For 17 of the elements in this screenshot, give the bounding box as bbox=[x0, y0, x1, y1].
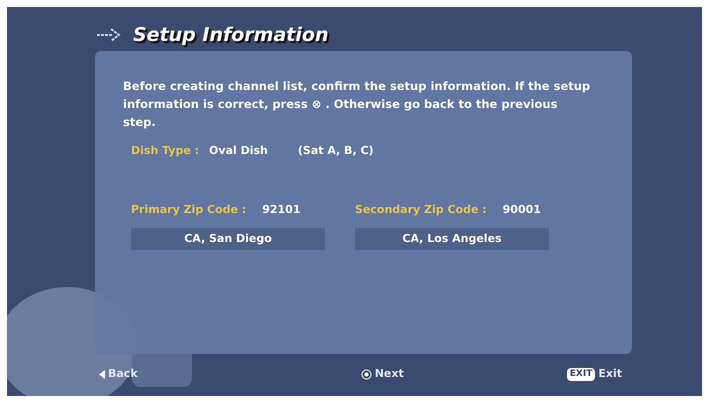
left-triangle-icon bbox=[99, 370, 105, 379]
zip-code-value: 90001 bbox=[502, 202, 541, 218]
next-hint: Next bbox=[374, 366, 404, 382]
zip-code-label: Secondary Zip Code : bbox=[355, 202, 487, 218]
exit-hint: Exit bbox=[598, 366, 622, 382]
instruction-text: Before creating channel list, confirm the setup information. If the setup information is correct, press ⊗ . Otherwise go back to the previous step. bbox=[123, 78, 592, 131]
exit-key: EXIT bbox=[566, 368, 596, 381]
screen-title: Setup Information bbox=[133, 22, 328, 48]
location-field: CA, Los Angeles bbox=[355, 228, 549, 250]
back-hint: Back bbox=[108, 366, 138, 382]
satellite-list: (Sat A, B, C) bbox=[298, 143, 374, 160]
zip-code-label: Primary Zip Code : bbox=[131, 202, 246, 218]
zip-code-value: 92101 bbox=[262, 202, 300, 218]
dish-type-value: Oval Dish bbox=[209, 143, 268, 159]
location-field: CA, San Diego bbox=[131, 228, 325, 250]
ok-button-icon bbox=[360, 368, 372, 380]
dish-type-label: Dish Type : bbox=[131, 143, 200, 159]
